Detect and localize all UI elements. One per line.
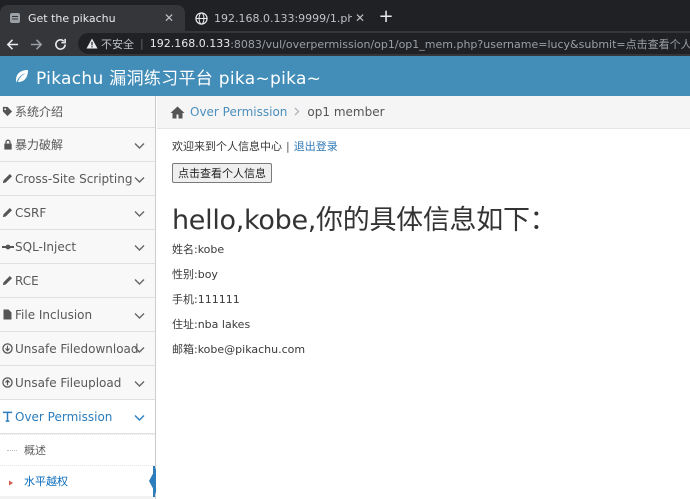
sidebar-subitem-overview[interactable]: 概述	[0, 434, 155, 465]
info-email: 邮箱:kobe@pikachu.com	[172, 343, 306, 356]
sidebar-item-brute-force[interactable]: 暴力破解	[0, 128, 155, 162]
home-icon[interactable]	[170, 106, 185, 119]
sidebar-item-sql-inject[interactable]: SQL-Inject	[0, 230, 155, 264]
tab-close-icon[interactable]: ✕	[352, 10, 368, 26]
sidebar-item-label: Over Permission	[15, 409, 113, 424]
welcome-text: 欢迎来到个人信息中心	[172, 140, 282, 153]
sidebar-item-label: Unsafe Filedownload	[15, 341, 139, 356]
pencil-icon	[1, 207, 14, 218]
sidebar-item-unsafe-filedownload[interactable]: Unsafe Filedownload	[0, 332, 155, 366]
breadcrumb: Over Permission op1 member	[157, 96, 690, 129]
sidebar-item-unsafe-fileupload[interactable]: Unsafe Fileupload	[0, 366, 155, 400]
sidebar-item-over-permission[interactable]: Over Permission	[0, 400, 155, 434]
info-phone: 手机:111111	[172, 293, 240, 306]
chevron-down-icon	[134, 411, 145, 425]
tab-title: 192.168.0.133:9999/1.php	[214, 11, 352, 25]
address-host: 192.168.0.133	[149, 37, 231, 50]
page-icon	[8, 11, 22, 25]
sidebar-item-label: 暴力破解	[15, 138, 64, 152]
tab-1-php[interactable]: 192.168.0.133:9999/1.php ✕	[186, 5, 376, 31]
sidebar-item-xss[interactable]: Cross-Site Scripting	[0, 162, 155, 196]
sidebar-item-rce[interactable]: RCE	[0, 264, 155, 298]
warning-icon[interactable]	[86, 38, 98, 49]
sidebar-item-label: SQL-Inject	[15, 239, 77, 254]
sidebar-item-file-inclusion[interactable]: File Inclusion	[0, 298, 155, 332]
reload-icon[interactable]	[50, 34, 70, 54]
tag-icon	[1, 106, 14, 117]
sidebar-item-label: File Inclusion	[15, 307, 93, 322]
tab-close-icon[interactable]: ✕	[161, 10, 177, 26]
sidebar: 系统介绍 暴力破解 Cross-Site Scripting CSRF SQL-…	[0, 96, 156, 499]
leaf-icon	[14, 68, 30, 84]
lock-icon	[1, 139, 14, 150]
sidebar-item-label: RCE	[15, 273, 39, 288]
chevron-right-icon	[294, 106, 300, 119]
text-icon	[1, 411, 14, 422]
sidebar-item-label: Unsafe Fileupload	[15, 375, 122, 390]
globe-icon	[194, 11, 208, 25]
chevron-down-icon	[134, 377, 145, 391]
forward-icon[interactable]	[26, 34, 46, 54]
site-title[interactable]: Pikachu 漏洞练习平台 pika~pika~	[36, 64, 321, 89]
site-header: Pikachu 漏洞练习平台 pika~pika~	[0, 56, 690, 96]
browser-tab-bar: Get the pikachu ✕ 192.168.0.133:9999/1.p…	[0, 0, 690, 31]
bullet-icon	[8, 476, 14, 486]
pencil-icon	[1, 275, 14, 286]
download-icon	[1, 343, 14, 354]
address-bar[interactable]: 不安全 | 192.168.0.133 :8083/vul/overpermis…	[78, 33, 690, 54]
address-path: :8083/vul/overpermission/op1/op1_mem.php…	[230, 37, 690, 51]
sql-icon	[1, 243, 14, 251]
tab-title: Get the pikachu	[28, 11, 116, 25]
address-separator: |	[140, 37, 144, 50]
welcome-line: 欢迎来到个人信息中心 | 退出登录	[172, 138, 338, 154]
sidebar-item-csrf[interactable]: CSRF	[0, 196, 155, 230]
new-tab-button[interactable]: +	[376, 6, 396, 27]
upload-icon	[1, 377, 14, 388]
pencil-icon	[1, 173, 14, 184]
back-icon[interactable]	[2, 34, 22, 54]
sidebar-item-intro[interactable]: 系统介绍	[0, 96, 155, 128]
info-address: 住址:nba lakes	[172, 318, 251, 331]
sidebar-subitem-label: 水平越权	[24, 475, 68, 488]
chevron-down-icon	[134, 139, 145, 153]
breadcrumb-link[interactable]: Over Permission	[190, 105, 287, 119]
chevron-down-icon	[134, 309, 145, 323]
chevron-down-icon	[134, 275, 145, 289]
sidebar-item-label: CSRF	[15, 205, 47, 220]
chevron-down-icon	[134, 241, 145, 255]
info-name: 姓名:kobe	[172, 243, 225, 256]
chevron-down-icon	[134, 173, 145, 187]
breadcrumb-current: op1 member	[307, 105, 385, 119]
browser-toolbar: 不安全 | 192.168.0.133 :8083/vul/overpermis…	[0, 31, 690, 56]
view-profile-button[interactable]: 点击查看个人信息	[172, 163, 272, 183]
sidebar-item-label: Cross-Site Scripting	[15, 171, 133, 186]
chevron-down-icon	[134, 207, 145, 221]
info-heading: hello,kobe,你的具体信息如下：	[172, 205, 557, 236]
welcome-separator: |	[286, 140, 290, 153]
info-gender: 性别:boy	[172, 268, 218, 281]
sidebar-item-label: 系统介绍	[15, 105, 64, 119]
file-icon	[1, 309, 14, 320]
sidebar-subitem-label: 概述	[24, 444, 46, 457]
security-label: 不安全	[101, 37, 134, 51]
logout-link[interactable]: 退出登录	[294, 140, 338, 153]
chevron-down-icon	[134, 343, 145, 357]
tab-get-the-pikachu[interactable]: Get the pikachu ✕	[0, 5, 185, 31]
sidebar-subitem-horizontal[interactable]: 水平越权	[0, 465, 156, 497]
tree-connector	[7, 450, 17, 451]
